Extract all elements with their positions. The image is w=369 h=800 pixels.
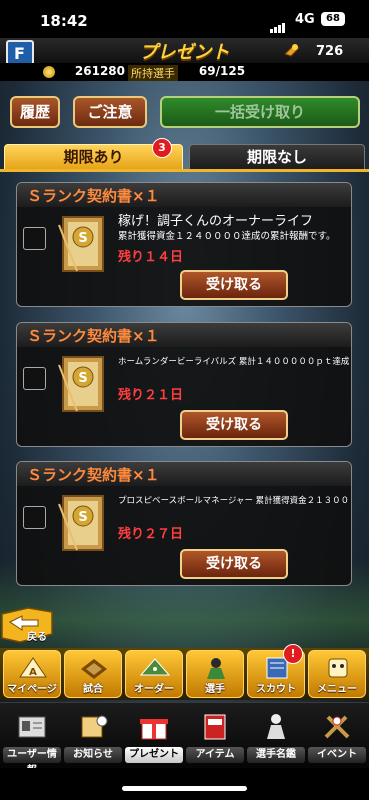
- present-card: Ｓランク契約書×１ S 稼げ！調子くんのオーナーライフ 累計獲得資金１２４０００…: [16, 182, 352, 307]
- receive-button[interactable]: 受け取る: [180, 549, 288, 579]
- scout-badge: !: [283, 644, 303, 664]
- main-nav: A マイページ 試合 オーダー 選手 スカウト メニュー: [0, 648, 369, 700]
- coin-count: 726: [316, 44, 344, 59]
- contract-icon: S: [58, 216, 104, 272]
- home-indicator[interactable]: [122, 786, 247, 791]
- order-icon: [139, 658, 171, 676]
- sub-nav: ユーザー情報 お知らせ プレゼント アイテム 選手名鑑 イベント: [0, 702, 369, 776]
- receive-button[interactable]: 受け取る: [180, 410, 288, 440]
- nav-label: ユーザー情報: [3, 747, 61, 776]
- home-indicator-bar: [0, 768, 369, 800]
- user-info-icon: [18, 716, 46, 738]
- tab-underline: [0, 169, 369, 172]
- select-checkbox[interactable]: [23, 506, 46, 529]
- present-description-detail: 累計獲得資金１２４００００達成の累計報酬です。: [118, 231, 336, 242]
- nav-player-book[interactable]: 選手名鑑: [247, 709, 305, 765]
- nav-label: お知らせ: [64, 747, 122, 763]
- remaining-days: 残り２７日: [118, 527, 184, 542]
- status-time: 18:42: [40, 12, 88, 30]
- remaining-days: 残り１４日: [118, 250, 184, 265]
- nav-label: 選手名鑑: [247, 747, 305, 763]
- player-icon: [207, 658, 225, 679]
- tab-no-deadline[interactable]: 期限なし: [189, 144, 365, 170]
- present-icon: [140, 719, 168, 740]
- players-value: 69/125: [198, 64, 246, 78]
- money-value: 261280: [74, 64, 125, 78]
- nav-label: 試合: [83, 684, 103, 695]
- contract-icon: S: [58, 495, 104, 551]
- present-description: ホームランダービーライバルズ 累計１４０００００ｐｔ達成の報酬です。: [118, 357, 350, 367]
- svg-text:S: S: [78, 510, 87, 525]
- battery-icon: 68: [321, 12, 345, 26]
- medal-icon: [43, 66, 55, 78]
- contract-icon: S: [58, 356, 104, 412]
- menu-icon: [328, 658, 348, 678]
- nav-label: プレゼント: [125, 747, 183, 763]
- remaining-days: 残り２１日: [118, 388, 184, 403]
- select-checkbox[interactable]: [23, 227, 46, 250]
- receive-all-button[interactable]: 一括受け取り: [160, 96, 360, 128]
- nav-label: アイテム: [186, 747, 244, 763]
- svg-text:S: S: [78, 371, 87, 386]
- status-bar: 18:42 4G 68: [0, 0, 369, 38]
- svg-text:A: A: [29, 667, 37, 678]
- item-icon: [204, 714, 226, 740]
- nav-label: スカウト: [256, 684, 296, 695]
- nav-mypage[interactable]: A マイページ: [3, 650, 61, 698]
- card-title: Ｓランク契約書×１: [27, 327, 160, 345]
- nav-label: マイページ: [7, 684, 57, 695]
- news-icon: [81, 715, 108, 738]
- players-label: 所持選手: [128, 65, 178, 81]
- coin-icon: [284, 44, 300, 57]
- nav-label: オーダー: [134, 684, 174, 695]
- player-book-icon: [267, 714, 285, 739]
- nav-user-info[interactable]: ユーザー情報: [3, 709, 61, 776]
- svg-text:S: S: [78, 231, 87, 246]
- select-checkbox[interactable]: [23, 367, 46, 390]
- history-button[interactable]: 履歴: [10, 96, 60, 128]
- caution-button[interactable]: ご注意: [73, 96, 147, 128]
- back-button[interactable]: 戻る: [0, 604, 55, 646]
- present-card: Ｓランク契約書×１ S ホームランダービーライバルズ 累計１４０００００ｐｔ達成…: [16, 322, 352, 447]
- nav-game[interactable]: 試合: [64, 650, 122, 698]
- network-type: 4G: [295, 12, 315, 27]
- back-label: 戻る: [27, 632, 47, 643]
- event-icon: [324, 715, 350, 739]
- nav-present[interactable]: プレゼント: [125, 709, 183, 765]
- receive-button[interactable]: 受け取る: [180, 270, 288, 300]
- nav-label: メニュー: [317, 684, 357, 695]
- present-description: プロスピベースボールマネージャー 累計獲得資金２１３０００達成の報酬です。: [118, 496, 350, 506]
- nav-label: イベント: [308, 747, 366, 763]
- nav-label: 選手: [205, 684, 225, 695]
- game-icon: [81, 659, 107, 679]
- resource-bar: 261280 所持選手 69/125: [0, 63, 369, 81]
- mypage-icon: A: [19, 657, 47, 678]
- card-title: Ｓランク契約書×１: [27, 187, 160, 205]
- nav-player[interactable]: 選手: [186, 650, 244, 698]
- card-title: Ｓランク契約書×１: [27, 466, 160, 484]
- signal-icon: [270, 14, 286, 33]
- nav-order[interactable]: オーダー: [125, 650, 183, 698]
- nav-news[interactable]: お知らせ: [64, 709, 122, 765]
- present-card: Ｓランク契約書×１ S プロスピベースボールマネージャー 累計獲得資金２１３００…: [16, 461, 352, 586]
- tab-badge: 3: [152, 138, 172, 158]
- nav-menu[interactable]: メニュー: [308, 650, 366, 698]
- present-description: 稼げ！調子くんのオーナーライフ: [118, 214, 314, 229]
- nav-item[interactable]: アイテム: [186, 709, 244, 765]
- nav-event[interactable]: イベント: [308, 709, 366, 765]
